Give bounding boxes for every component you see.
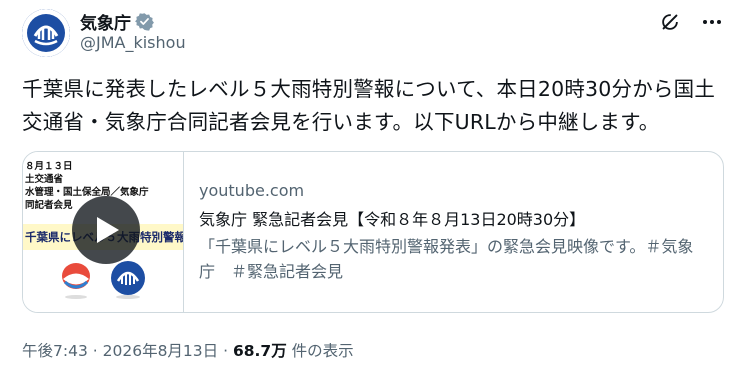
meta-separator: · [223,342,229,360]
mlit-logo-icon [62,263,90,299]
card-description: 「千葉県にレベル５大雨特別警報発表」の緊急会見映像です。＃気象庁 ＃緊急記者会見 [199,237,694,281]
jma-thumbnail-logo-icon [111,261,145,299]
card-body[interactable]: youtube.com 気象庁 緊急記者会見【令和８年８月13日20時30分】 … [199,180,709,284]
tweet-actions-top [658,10,724,34]
play-icon [97,217,119,243]
more-icon[interactable] [700,10,724,34]
thumbnail-line: ８月１３日 [25,161,73,172]
jma-avatar[interactable] [22,9,70,57]
thumbnail-line: 土交通省 [25,174,64,185]
play-button[interactable] [72,196,140,264]
author-name-row[interactable]: 気象庁 [80,9,154,34]
meta-separator: · [92,342,98,360]
post-date[interactable]: 2026年8月13日 [103,342,219,360]
tweet-meta: 午後7:43 · 2026年8月13日 · 68.7万 件の表示 [22,339,354,361]
author-name[interactable]: 気象庁 [80,9,131,34]
post-time[interactable]: 午後7:43 [22,342,88,360]
jma-logo-icon [22,9,70,57]
card-domain: youtube.com [199,181,305,200]
author-handle[interactable]: @JMA_kishou [80,33,186,52]
view-count[interactable]: 68.7万 [233,342,287,360]
video-thumbnail[interactable]: ８月１３日 土交通省 水管理・国土保全局／気象庁 同記者会見 千葉県にレベル５大… [23,152,184,312]
tweet-text: 千葉県に発表したレベル５大雨特別警報について、本日20時30分から国土交通省・気… [22,77,716,134]
youtube-link-card[interactable]: ８月１３日 土交通省 水管理・国土保全局／気象庁 同記者会見 千葉県にレベル５大… [22,151,724,313]
verified-badge-icon [135,12,154,31]
grok-icon[interactable] [658,10,682,34]
view-label: 件の表示 [291,342,354,360]
card-title: 気象庁 緊急記者会見【令和８年８月13日20時30分】 [199,210,586,229]
thumbnail-line: 水管理・国土保全局／気象庁 [25,187,149,198]
